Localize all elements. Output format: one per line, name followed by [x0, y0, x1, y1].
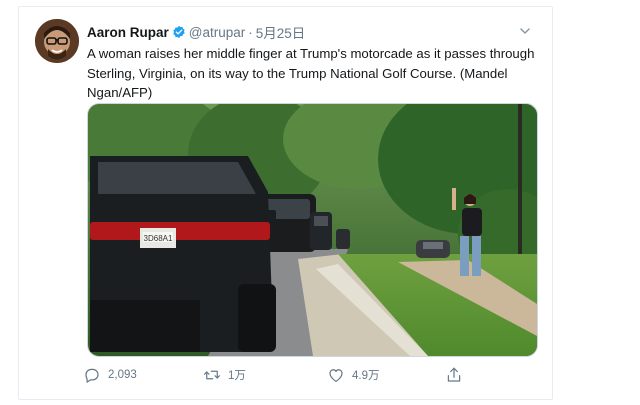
author-name[interactable]: Aaron Rupar [87, 25, 169, 40]
like-button[interactable]: 4.9万 [327, 363, 380, 387]
like-count: 4.9万 [352, 370, 380, 382]
reply-button[interactable]: 2,093 [83, 363, 137, 387]
chevron-down-icon[interactable] [516, 22, 534, 40]
license-plate: 3D68A1 [144, 234, 173, 243]
author-handle[interactable]: @atrupar [189, 25, 245, 40]
like-icon [329, 369, 343, 382]
tweet-photo[interactable]: 3D68A1 [87, 103, 538, 357]
author-avatar[interactable] [35, 19, 79, 63]
tweet-header: Aaron Rupar @atrupar · 5月25日 [87, 23, 538, 41]
share-icon [447, 367, 461, 382]
header-separator: · [248, 24, 253, 40]
reply-icon [85, 368, 99, 383]
tweet-actions: 2,093 1万 4.9万 [83, 363, 483, 387]
retweet-count: 1万 [228, 370, 246, 382]
tweet-date[interactable]: 5月25日 [256, 22, 306, 42]
avatar-image [35, 19, 79, 63]
verified-badge-icon [172, 25, 186, 39]
tweet-card[interactable]: Aaron Rupar @atrupar · 5月25日 A woman rai… [18, 6, 553, 400]
photo-scene: 3D68A1 [88, 104, 537, 356]
tweet-text: A woman raises her middle finger at Trum… [87, 46, 535, 100]
share-button[interactable] [445, 363, 470, 387]
reply-count: 2,093 [108, 369, 137, 381]
retweet-button[interactable]: 1万 [203, 363, 246, 387]
retweet-icon [203, 370, 221, 380]
